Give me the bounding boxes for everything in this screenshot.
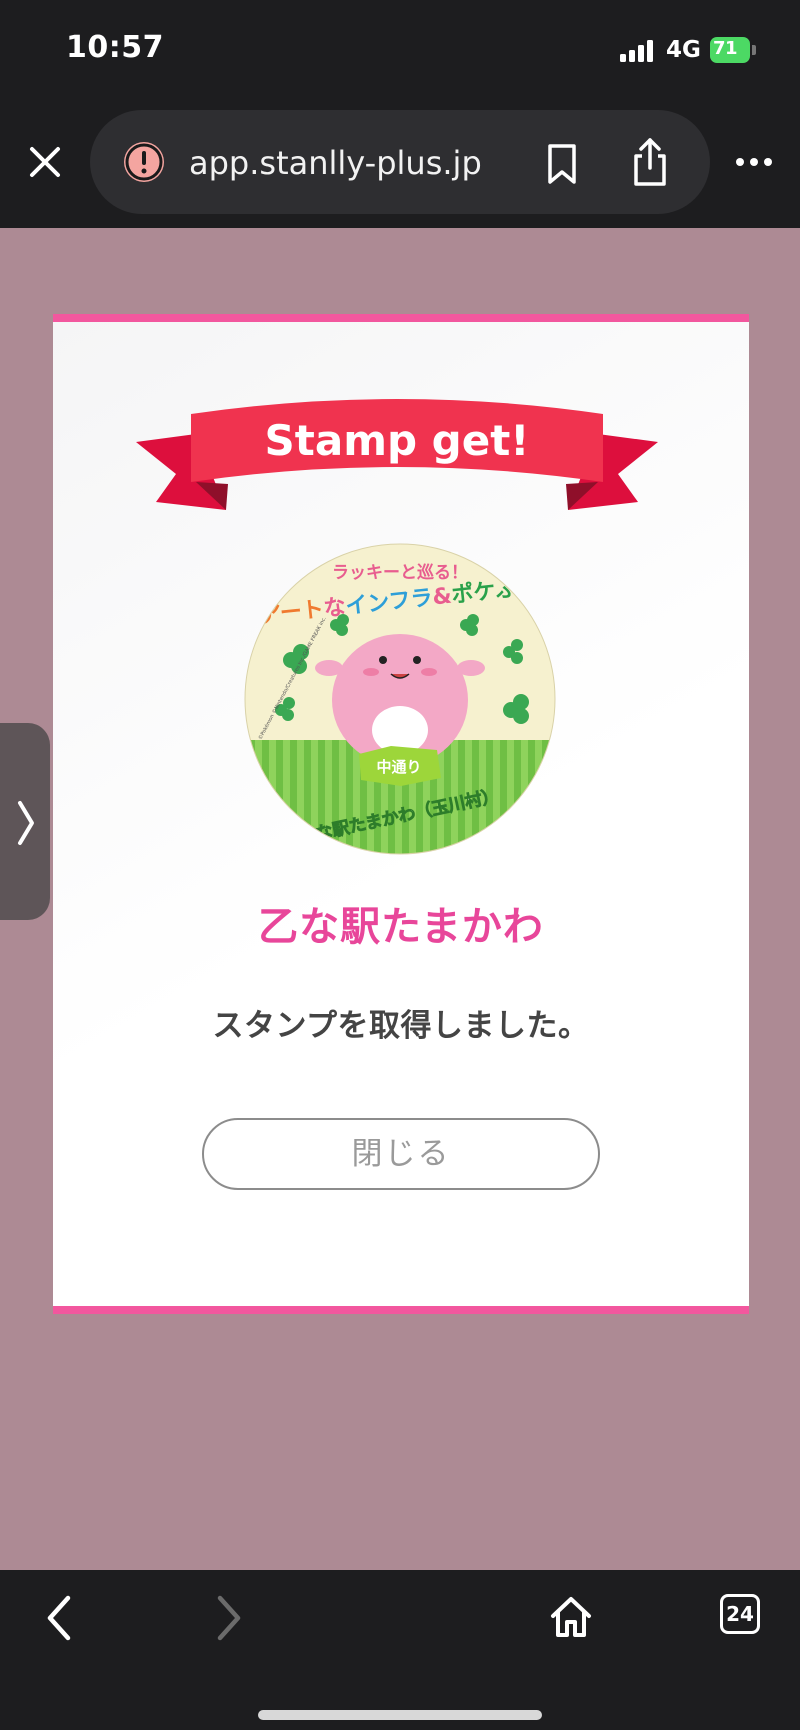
security-warning-icon[interactable] (122, 140, 166, 184)
close-button[interactable]: 閉じる (202, 1118, 600, 1190)
stamp-title-na: な (322, 595, 347, 622)
bookmark-icon[interactable] (542, 142, 582, 186)
share-icon[interactable] (628, 136, 672, 188)
address-bar[interactable]: app.stanlly-plus.jp (90, 110, 710, 214)
forward-icon[interactable] (208, 1590, 248, 1646)
browser-toolbar: app.stanlly-plus.jp (0, 100, 800, 228)
url-text[interactable]: app.stanlly-plus.jp (189, 144, 482, 182)
battery-level: 71 (713, 38, 738, 59)
stamp-title-line1: ラッキーと巡る！ (332, 563, 468, 583)
status-bar: 10:57 4G 71 (0, 0, 800, 100)
banner-text: Stamp get! (265, 416, 530, 465)
stamp-get-banner: Stamp get! (136, 399, 658, 510)
side-panel-handle[interactable] (0, 723, 50, 920)
stamp-acquired-message: スタンプを取得しました。 (212, 1008, 590, 1044)
battery-icon: 71 (710, 37, 756, 63)
stamp-title-and: & (431, 584, 453, 611)
more-icon[interactable] (732, 148, 776, 176)
home-indicator (258, 1710, 542, 1720)
pokefuta-stamp-image: ラッキーと巡る！ アートなインフラ&ポケふた 中通り 乙な駅たまかわ（玉川村） … (244, 543, 556, 855)
browser-bottom-bar: 24 (0, 1570, 800, 1730)
cellular-signal-icon (620, 40, 656, 62)
chevron-right-icon (18, 801, 34, 845)
station-name: 乙な駅たまかわ (258, 904, 544, 950)
home-icon[interactable] (548, 1594, 594, 1640)
network-type: 4G (666, 37, 701, 63)
stamp-dialog: Stamp get! ラッキーと巡る！ アートなインフラ&ポケふた 中通り 乙な… (53, 314, 749, 1314)
tab-count-button[interactable]: 24 (720, 1594, 760, 1634)
back-icon[interactable] (40, 1590, 80, 1646)
close-icon[interactable] (22, 139, 68, 185)
stamp-region-badge: 中通り (376, 758, 421, 776)
status-time: 10:57 (66, 30, 164, 65)
